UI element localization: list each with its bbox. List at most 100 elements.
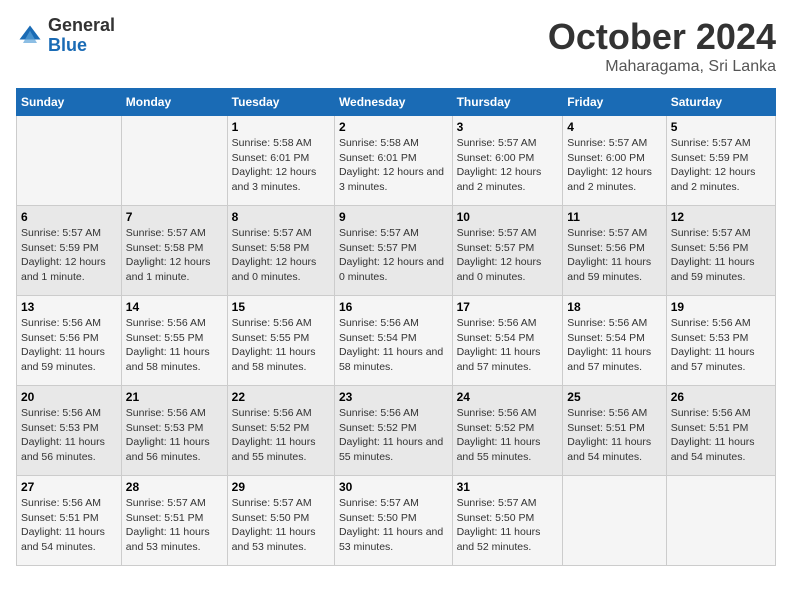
calendar-cell: 19Sunrise: 5:56 AMSunset: 5:53 PMDayligh… [666,296,775,386]
day-number: 20 [21,390,117,404]
day-number: 4 [567,120,661,134]
day-info: Sunrise: 5:57 AMSunset: 5:57 PMDaylight:… [457,226,559,285]
calendar-week-row: 20 Sunrise: 5:56 AMSunset: 5:53 PMDayligh… [17,386,776,476]
day-info: Sunrise: 5:56 AMSunset: 5:51 PMDaylight:… [567,406,661,465]
calendar-cell: 8Sunrise: 5:57 AMSunset: 5:58 PMDaylight… [227,206,334,296]
calendar-cell: 7 Sunrise: 5:57 AMSunset: 5:58 PMDaylight… [121,206,227,296]
day-number: 10 [457,210,559,224]
day-number: 13 [21,300,117,314]
day-number: 28 [126,480,223,494]
day-number: 26 [671,390,771,404]
day-info: Sunrise: 5:56 AMSunset: 5:54 PMDaylight:… [339,316,448,375]
calendar-cell: 15 Sunrise: 5:56 AMSunset: 5:55 PMDayligh… [227,296,334,386]
day-header-sunday: Sunday [17,89,122,116]
day-number: 11 [567,210,661,224]
page-header: General Blue October 2024 Maharagama, Sr… [16,16,776,76]
day-number: 19 [671,300,771,314]
day-number: 9 [339,210,448,224]
calendar-cell: 1 Sunrise: 5:58 AMSunset: 6:01 PMDaylight… [227,116,334,206]
calendar-cell [563,476,666,566]
day-info: Sunrise: 5:57 AMSunset: 5:51 PMDaylight:… [126,496,223,555]
day-info: Sunrise: 5:58 AMSunset: 6:01 PMDaylight:… [339,136,448,195]
calendar-cell: 11 Sunrise: 5:57 AMSunset: 5:56 PMDayligh… [563,206,666,296]
calendar-cell [121,116,227,206]
calendar-cell: 18 Sunrise: 5:56 AMSunset: 5:54 PMDayligh… [563,296,666,386]
calendar-cell: 16 Sunrise: 5:56 AMSunset: 5:54 PMDayligh… [334,296,452,386]
day-info: Sunrise: 5:57 AMSunset: 5:58 PMDaylight:… [126,226,223,285]
day-info: Sunrise: 5:57 AMSunset: 5:56 PMDaylight:… [671,226,771,285]
day-number: 6 [21,210,117,224]
day-header-wednesday: Wednesday [334,89,452,116]
day-number: 1 [232,120,330,134]
day-info: Sunrise: 5:56 AMSunset: 5:54 PMDaylight:… [457,316,559,375]
day-number: 23 [339,390,448,404]
day-number: 30 [339,480,448,494]
calendar-cell: 25 Sunrise: 5:56 AMSunset: 5:51 PMDayligh… [563,386,666,476]
day-header-tuesday: Tuesday [227,89,334,116]
day-number: 22 [232,390,330,404]
calendar-cell: 14Sunrise: 5:56 AMSunset: 5:55 PMDayligh… [121,296,227,386]
calendar-cell: 17Sunrise: 5:56 AMSunset: 5:54 PMDayligh… [452,296,563,386]
day-info: Sunrise: 5:57 AMSunset: 5:59 PMDaylight:… [21,226,117,285]
day-number: 3 [457,120,559,134]
day-info: Sunrise: 5:56 AMSunset: 5:52 PMDaylight:… [457,406,559,465]
calendar-cell: 3 Sunrise: 5:57 AMSunset: 6:00 PMDaylight… [452,116,563,206]
calendar-cell: 6 Sunrise: 5:57 AMSunset: 5:59 PMDaylight… [17,206,122,296]
calendar-cell [17,116,122,206]
month-title: October 2024 [548,16,776,58]
day-info: Sunrise: 5:56 AMSunset: 5:53 PMDaylight:… [126,406,223,465]
logo-blue: Blue [48,36,115,56]
calendar-cell: 29Sunrise: 5:57 AMSunset: 5:50 PMDayligh… [227,476,334,566]
calendar-cell: 30 Sunrise: 5:57 AMSunset: 5:50 PMDayligh… [334,476,452,566]
day-info: Sunrise: 5:56 AMSunset: 5:52 PMDaylight:… [232,406,330,465]
day-info: Sunrise: 5:56 AMSunset: 5:51 PMDaylight:… [671,406,771,465]
day-info: Sunrise: 5:56 AMSunset: 5:52 PMDaylight:… [339,406,448,465]
day-info: Sunrise: 5:56 AMSunset: 5:53 PMDaylight:… [21,406,117,465]
day-number: 29 [232,480,330,494]
day-number: 14 [126,300,223,314]
day-info: Sunrise: 5:56 AMSunset: 5:54 PMDaylight:… [567,316,661,375]
day-info: Sunrise: 5:56 AMSunset: 5:56 PMDaylight:… [21,316,117,375]
calendar-cell: 5Sunrise: 5:57 AMSunset: 5:59 PMDaylight… [666,116,775,206]
day-info: Sunrise: 5:57 AMSunset: 6:00 PMDaylight:… [457,136,559,195]
day-number: 18 [567,300,661,314]
calendar-cell: 27 Sunrise: 5:56 AMSunset: 5:51 PMDayligh… [17,476,122,566]
day-number: 16 [339,300,448,314]
day-number: 27 [21,480,117,494]
calendar-week-row: 27 Sunrise: 5:56 AMSunset: 5:51 PMDayligh… [17,476,776,566]
day-number: 25 [567,390,661,404]
day-info: Sunrise: 5:56 AMSunset: 5:51 PMDaylight:… [21,496,117,555]
title-block: October 2024 Maharagama, Sri Lanka [548,16,776,76]
calendar-cell: 23 Sunrise: 5:56 AMSunset: 5:52 PMDayligh… [334,386,452,476]
day-info: Sunrise: 5:58 AMSunset: 6:01 PMDaylight:… [232,136,330,195]
day-info: Sunrise: 5:57 AMSunset: 5:50 PMDaylight:… [457,496,559,555]
day-info: Sunrise: 5:57 AMSunset: 5:59 PMDaylight:… [671,136,771,195]
calendar-cell: 22 Sunrise: 5:56 AMSunset: 5:52 PMDayligh… [227,386,334,476]
calendar-cell: 4Sunrise: 5:57 AMSunset: 6:00 PMDaylight… [563,116,666,206]
day-number: 7 [126,210,223,224]
location: Maharagama, Sri Lanka [548,58,776,76]
day-info: Sunrise: 5:56 AMSunset: 5:55 PMDaylight:… [232,316,330,375]
day-number: 24 [457,390,559,404]
day-info: Sunrise: 5:57 AMSunset: 5:58 PMDaylight:… [232,226,330,285]
logo: General Blue [16,16,115,56]
calendar-cell: 21 Sunrise: 5:56 AMSunset: 5:53 PMDayligh… [121,386,227,476]
calendar-cell: 10 Sunrise: 5:57 AMSunset: 5:57 PMDayligh… [452,206,563,296]
day-header-monday: Monday [121,89,227,116]
day-info: Sunrise: 5:57 AMSunset: 5:50 PMDaylight:… [339,496,448,555]
day-header-thursday: Thursday [452,89,563,116]
calendar-week-row: 1 Sunrise: 5:58 AMSunset: 6:01 PMDaylight… [17,116,776,206]
calendar-cell: 2Sunrise: 5:58 AMSunset: 6:01 PMDaylight… [334,116,452,206]
day-number: 12 [671,210,771,224]
day-number: 21 [126,390,223,404]
day-info: Sunrise: 5:57 AMSunset: 5:56 PMDaylight:… [567,226,661,285]
day-info: Sunrise: 5:57 AMSunset: 5:57 PMDaylight:… [339,226,448,285]
logo-text: General Blue [48,16,115,56]
calendar-cell: 20 Sunrise: 5:56 AMSunset: 5:53 PMDayligh… [17,386,122,476]
calendar-cell: 31Sunrise: 5:57 AMSunset: 5:50 PMDayligh… [452,476,563,566]
calendar-cell [666,476,775,566]
calendar-cell: 9 Sunrise: 5:57 AMSunset: 5:57 PMDaylight… [334,206,452,296]
day-number: 15 [232,300,330,314]
logo-general: General [48,16,115,36]
calendar-week-row: 6 Sunrise: 5:57 AMSunset: 5:59 PMDaylight… [17,206,776,296]
